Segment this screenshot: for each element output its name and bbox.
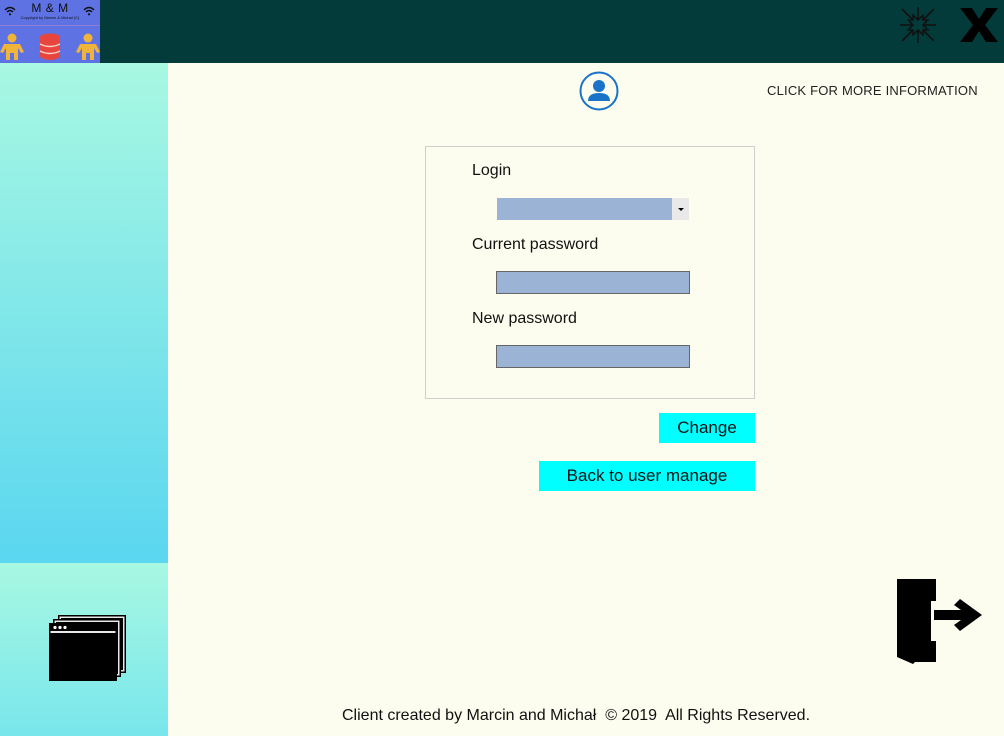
more-info-link[interactable]: CLICK FOR MORE INFORMATION [767,83,978,98]
wifi-icon [4,6,16,16]
footer-copyright: Client created by Marcin and Michał © 20… [342,707,811,724]
stacked-windows-icon[interactable] [48,614,128,682]
back-to-user-manage-button[interactable]: Back to user manage [539,461,755,491]
chevron-down-icon [678,208,684,211]
user-circle-icon[interactable] [579,71,619,111]
person-icon [0,33,24,60]
login-label: Login [472,162,512,179]
change-password-form: Login Current password New password [425,146,755,399]
sidebar-panel [0,63,168,563]
wifi-icon [83,6,95,16]
close-x-icon[interactable] [958,5,1000,45]
title-bar [0,0,1004,63]
change-button[interactable]: Change [659,413,755,443]
login-select[interactable] [497,198,689,220]
dropdown-button[interactable] [672,198,689,220]
person-icon [76,33,100,60]
new-password-label: New password [472,310,577,327]
current-password-label: Current password [472,236,599,253]
exit-door-icon[interactable] [894,577,984,667]
compress-arrows-icon[interactable] [896,5,940,45]
logo-divider [0,25,100,26]
database-icon [39,33,61,60]
new-password-field[interactable] [496,345,690,368]
current-password-field[interactable] [496,271,690,294]
app-logo: M & M Copyright by Marcin & Michał (C) [0,0,100,63]
